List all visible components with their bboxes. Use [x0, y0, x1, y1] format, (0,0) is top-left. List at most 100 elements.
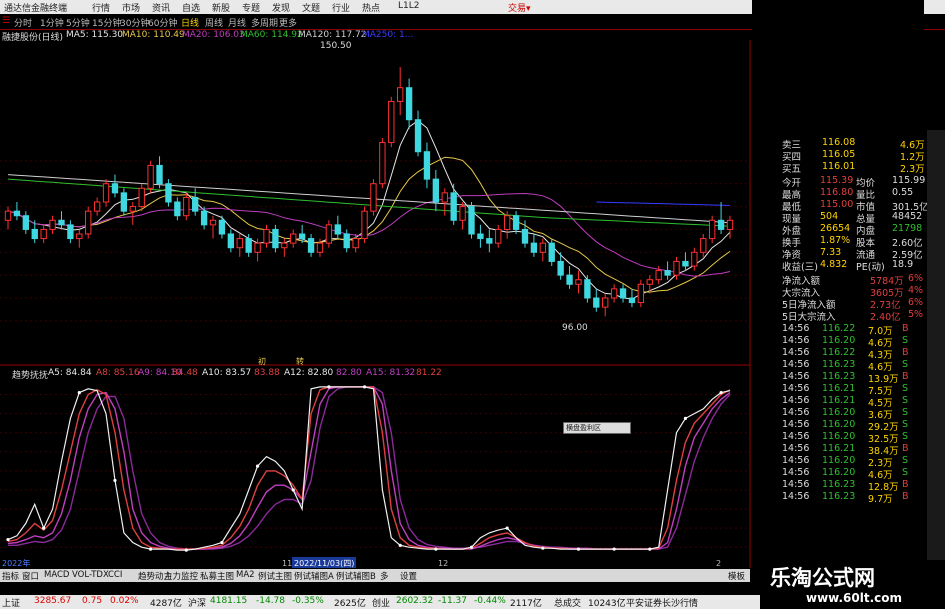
- candle: [566, 266, 573, 289]
- watermark: 乐淘公式网 www.60lt.com: [760, 560, 945, 609]
- candle: [450, 183, 457, 225]
- candle-body: [414, 119, 422, 153]
- menu-zixuan[interactable]: 自选: [182, 1, 200, 14]
- candle: [388, 96, 395, 148]
- candle-body: [165, 183, 172, 203]
- stat-value2: 0.55: [892, 187, 914, 198]
- candle-body: [218, 219, 226, 235]
- indicator-tab[interactable]: 多: [380, 570, 389, 582]
- tick-price: 116.20: [822, 407, 856, 418]
- menu-zixun[interactable]: 资讯: [152, 1, 170, 14]
- indicator-dot: [77, 391, 81, 395]
- ma-line-ma10: [7, 156, 731, 293]
- ask-row: 卖三 116.08 4.6万: [752, 137, 925, 151]
- side-toolbar[interactable]: [927, 130, 945, 570]
- period-day-active[interactable]: 日线: [181, 16, 199, 29]
- back-icon[interactable]: ☰: [2, 16, 10, 26]
- candle: [593, 288, 600, 312]
- tick-side: B: [902, 323, 909, 334]
- indicator-tab[interactable]: 例试辅图B: [336, 570, 376, 582]
- tick-price: 116.20: [822, 431, 856, 442]
- period-15min[interactable]: 15分钟: [92, 16, 121, 29]
- tick-price: 116.23: [822, 359, 856, 370]
- period-month[interactable]: 月线: [228, 16, 246, 29]
- indicator-tab[interactable]: 窗口: [22, 570, 39, 582]
- date-label-2: 2: [716, 559, 721, 568]
- candle: [708, 215, 716, 244]
- period-1min[interactable]: 1分钟: [40, 16, 64, 29]
- period-more[interactable]: 更多: [279, 16, 297, 29]
- candle-body: [352, 238, 359, 249]
- candle-body: [477, 233, 484, 240]
- period-multi[interactable]: 多周期: [251, 16, 278, 29]
- candle-body: [147, 164, 154, 189]
- candle-body: [102, 183, 110, 203]
- menu-hangqing[interactable]: 行情: [92, 1, 110, 14]
- status-item: 创业: [372, 599, 391, 609]
- candle: [227, 229, 235, 253]
- kline-chart[interactable]: 130.00125.00120.00115.00110.00105.00100.…: [0, 40, 752, 570]
- candle-body: [548, 242, 555, 262]
- low-price-label: 96.00: [562, 323, 588, 333]
- stat-key: 收益(三): [782, 262, 818, 273]
- menu-zhuanti[interactable]: 专题: [242, 1, 260, 14]
- stat-key2: PE(动): [856, 262, 885, 273]
- indicator-tab[interactable]: 例试主图: [258, 570, 292, 582]
- flow-label: 5日大宗流入: [782, 312, 836, 323]
- candle-body: [530, 242, 538, 253]
- period-30min[interactable]: 30分钟: [120, 16, 149, 29]
- indicator-tab[interactable]: MA2: [236, 570, 255, 580]
- menu-hangye[interactable]: 行业: [332, 1, 350, 14]
- flow-pct: 6%: [908, 273, 924, 284]
- indicator-tab[interactable]: 模板: [728, 570, 745, 582]
- candle: [290, 229, 297, 248]
- indicator-tab[interactable]: 例试辅图A: [294, 570, 334, 582]
- indicator-tab[interactable]: 主力监控: [164, 570, 198, 582]
- candle-body: [183, 196, 190, 217]
- menu-shichang[interactable]: 市场: [122, 1, 140, 14]
- menu-redian[interactable]: 热点: [362, 1, 380, 14]
- period-5min[interactable]: 5分钟: [66, 16, 90, 29]
- tick-side: B: [902, 371, 909, 382]
- indicator-tab[interactable]: VOL-TDX: [72, 570, 109, 580]
- indicator-dot: [719, 391, 723, 395]
- ma120-label: MA120: 117.72: [298, 30, 367, 40]
- indicator-dot: [541, 546, 545, 550]
- indicator-tab[interactable]: MACD: [44, 570, 69, 580]
- indicator-tab[interactable]: 设置: [400, 570, 417, 582]
- period-fenshi[interactable]: 分时: [14, 16, 32, 29]
- indicator-tab[interactable]: 指标: [2, 570, 19, 582]
- period-week[interactable]: 周线: [205, 16, 223, 29]
- indicator-line-a10: [7, 386, 731, 550]
- tick-side: S: [902, 431, 909, 442]
- tick-price: 116.22: [822, 323, 856, 334]
- indicator-dot: [612, 547, 616, 551]
- candle: [85, 206, 92, 239]
- candle-body: [441, 192, 448, 203]
- candle-body: [637, 283, 645, 304]
- indicator-tab[interactable]: 私募主图: [200, 570, 234, 582]
- candle: [13, 202, 21, 221]
- watermark-title: 乐淘公式网: [770, 565, 875, 590]
- menu-wenti[interactable]: 文题: [302, 1, 320, 14]
- trade-button[interactable]: 交易▾: [508, 1, 531, 14]
- menu-faxian[interactable]: 发现: [272, 1, 290, 14]
- indicator-tab[interactable]: CCI: [108, 570, 122, 580]
- candle: [174, 197, 181, 221]
- status-item: 3285.67: [34, 596, 72, 606]
- indicator-line-a5: [7, 386, 731, 551]
- candle: [102, 179, 110, 207]
- candles: [4, 67, 734, 317]
- candle: [325, 220, 333, 248]
- indicator-dot: [291, 488, 295, 492]
- candle: [281, 238, 288, 257]
- period-60min[interactable]: 60分钟: [148, 16, 177, 29]
- tick-row: 14:56 116.22 4.3万 B: [752, 347, 924, 361]
- stat-value: 26654: [820, 223, 851, 234]
- stat-row: 今开 115.39 均价 115.99: [752, 175, 925, 189]
- menu-xingu[interactable]: 新股: [212, 1, 230, 14]
- tick-time: 14:56: [782, 359, 810, 370]
- tick-side: S: [902, 383, 909, 394]
- ask-label: 买五: [782, 164, 802, 175]
- indicator-dot: [362, 385, 367, 389]
